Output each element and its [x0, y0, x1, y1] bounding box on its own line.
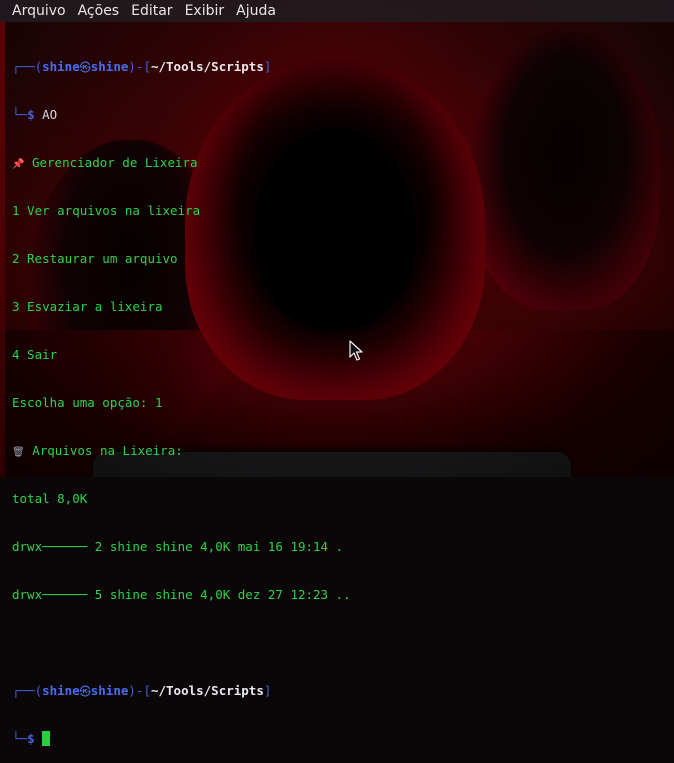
prompt-host: shine — [90, 683, 129, 698]
pushpin-icon: 📌 — [12, 159, 25, 170]
prompt-dollar: $ — [27, 107, 35, 122]
menu-option: 3 Esvaziar a lixeira — [12, 299, 163, 314]
files-title-line: 🗑 Arquivos na Lixeira: — [12, 443, 662, 459]
prompt-frame: )-[ — [128, 59, 151, 74]
files-title: Arquivos na Lixeira: — [32, 443, 183, 458]
command-text: AO — [42, 107, 58, 122]
mouse-pointer-icon — [349, 340, 363, 361]
prompt-host: shine — [90, 59, 129, 74]
menu-editar[interactable]: Editar — [125, 0, 178, 22]
prompt-user: shine — [42, 683, 80, 698]
prompt-frame: ] — [263, 59, 272, 74]
prompt-frame: )-[ — [128, 683, 151, 698]
menu-arquivo[interactable]: Arquivo — [0, 0, 72, 22]
menu-exibir[interactable]: Exibir — [179, 0, 231, 22]
prompt-frame: └─ — [12, 731, 28, 746]
prompt-path: ~/Tools/Scripts — [150, 683, 264, 698]
menu-option: 2 Restaurar um arquivo — [12, 251, 178, 266]
menu-acoes[interactable]: Ações — [72, 0, 126, 22]
prompt-user: shine — [42, 59, 80, 74]
prompt-line-1: ┌──(shine㉿shine)-[~/Tools/Scripts] — [12, 59, 662, 75]
listing-row: drwx────── 5 shine shine 4,0K dez 27 12:… — [12, 587, 351, 602]
prompt-frame: └─ — [12, 107, 28, 122]
prompt-frame: ┌──( — [12, 683, 43, 698]
output-title: Gerenciador de Lixeira — [31, 155, 198, 170]
output-title-line: 📌 Gerenciador de Lixeira — [12, 155, 662, 171]
prompt-at-icon: ㉿ — [79, 685, 91, 698]
prompt-line-2: ┌──(shine㉿shine)-[~/Tools/Scripts] — [12, 683, 662, 699]
terminal-output[interactable]: ┌──(shine㉿shine)-[~/Tools/Scripts] └─$ A… — [12, 27, 662, 763]
prompt-at-icon: ㉿ — [79, 61, 91, 74]
terminal-menubar: Arquivo Ações Editar Exibir Ajuda — [0, 0, 674, 22]
listing-row: drwx────── 2 shine shine 4,0K mai 16 19:… — [12, 539, 344, 554]
choice-line: Escolha uma opção: 1 — [12, 395, 163, 410]
prompt-dollar: $ — [27, 731, 35, 746]
window-left-edge — [0, 22, 5, 477]
command-line-2[interactable]: └─$ — [12, 731, 662, 747]
prompt-frame: ] — [263, 683, 272, 698]
prompt-frame: ┌──( — [12, 59, 43, 74]
prompt-path: ~/Tools/Scripts — [150, 59, 264, 74]
menu-option: 4 Sair — [12, 347, 58, 362]
menu-ajuda[interactable]: Ajuda — [230, 0, 282, 22]
text-cursor — [42, 731, 51, 746]
trash-icon: 🗑 — [12, 447, 25, 458]
menu-option: 1 Ver arquivos na lixeira — [12, 203, 201, 218]
total-line: total 8,0K — [12, 491, 88, 506]
command-line-1: └─$ AO — [12, 107, 662, 123]
